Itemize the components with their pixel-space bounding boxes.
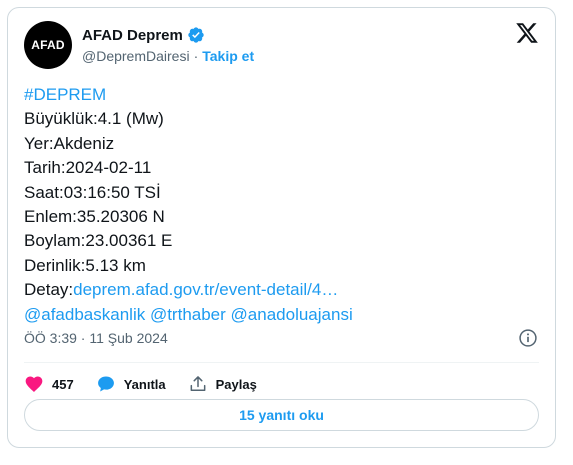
heart-icon: [25, 376, 43, 392]
depth-line: Derinlik:5.13 km: [24, 255, 146, 275]
x-logo-icon[interactable]: [515, 21, 539, 45]
info-icon[interactable]: [518, 328, 538, 348]
tweet-header: AFAD AFAD Deprem @DepremDairesi · Takip …: [24, 21, 539, 71]
author-names: AFAD Deprem @DepremDairesi · Takip et: [82, 24, 254, 65]
like-count: 457: [52, 376, 74, 392]
divider: [24, 362, 539, 363]
mention-link[interactable]: @trthaber: [150, 305, 226, 324]
tweet-text: #DEPREM Büyüklük:4.1 (Mw) Yer:Akdeniz Ta…: [24, 83, 544, 327]
reply-label: Yanıtla: [123, 376, 166, 392]
follow-button[interactable]: Takip et: [202, 48, 254, 64]
chat-bubble-icon: [97, 376, 114, 392]
tweet-timestamp[interactable]: ÖÖ 3:39 · 11 Şub 2024: [24, 330, 168, 346]
mentions-line: @afadbaskanlik @trthaber @anadoluajansi: [24, 303, 544, 327]
reply-button[interactable]: Yanıtla: [96, 374, 166, 394]
display-name[interactable]: AFAD Deprem: [82, 27, 183, 44]
tweet-card: AFAD AFAD Deprem @DepremDairesi · Takip …: [7, 7, 556, 448]
detail-link[interactable]: deprem.afad.gov.tr/event-detail/4…: [73, 280, 338, 299]
detail-prefix: Detay:: [24, 280, 74, 300]
time-line: Saat:03:16:50 TSİ: [24, 182, 161, 202]
like-button[interactable]: 457: [24, 374, 74, 394]
author-handle[interactable]: @DepremDairesi: [82, 48, 190, 64]
handle-row: @DepremDairesi · Takip et: [82, 48, 254, 64]
mention-link[interactable]: @afadbaskanlik: [24, 305, 145, 324]
action-bar: 457 Yanıtla Paylaş: [24, 370, 279, 398]
read-replies-button[interactable]: 15 yanıtı oku: [24, 399, 539, 431]
separator-dot: ·: [193, 48, 199, 64]
avatar-logo-text: AFAD: [31, 38, 65, 52]
magnitude-line: Büyüklük:4.1 (Mw): [24, 109, 164, 129]
latitude-line: Enlem:35.20306 N: [24, 207, 165, 227]
date-line: Tarih:2024-02-11: [24, 158, 152, 178]
hashtag-link[interactable]: #DEPREM: [24, 83, 544, 107]
detail-line: Detay:deprem.afad.gov.tr/event-detail/4…: [24, 278, 544, 302]
share-button[interactable]: Paylaş: [188, 374, 257, 394]
share-label: Paylaş: [215, 376, 257, 392]
mention-link[interactable]: @anadoluajansi: [231, 305, 353, 324]
display-name-row: AFAD Deprem: [82, 24, 254, 46]
verified-badge-icon: [188, 27, 204, 43]
longitude-line: Boylam:23.00361 E: [24, 231, 173, 251]
avatar[interactable]: AFAD: [24, 21, 72, 69]
location-line: Yer:Akdeniz: [24, 133, 115, 153]
share-upload-icon: [190, 376, 206, 391]
